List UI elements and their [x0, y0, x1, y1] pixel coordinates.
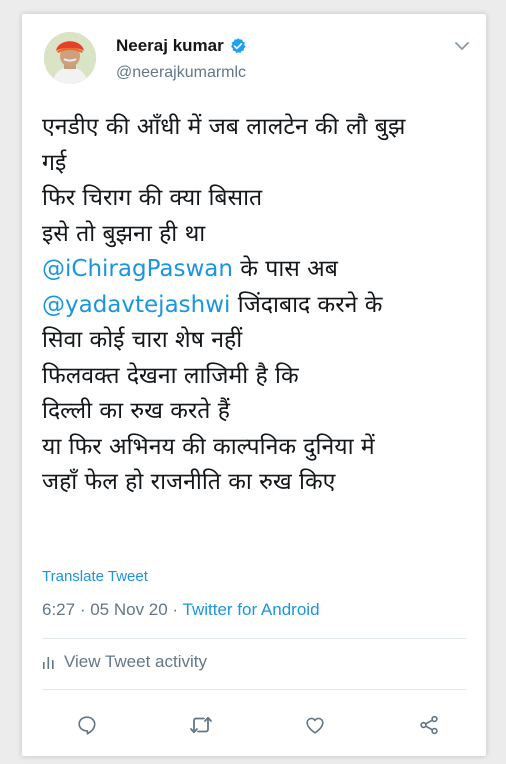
tweet-text-line: इसे तो बुझना ही था — [42, 217, 482, 253]
divider — [42, 638, 466, 639]
author-name[interactable]: Neeraj kumar — [116, 36, 224, 56]
tweet-text-segment: दिल्ली का रुख करते हैं — [42, 398, 230, 424]
tweet-text-segment: जिंदाबाद करने के — [230, 291, 383, 318]
tweet-text: एनडीए की आँधी में जब लालटेन की लौ बुझ गई… — [42, 110, 482, 501]
tweet-text-line: @iChiragPaswan के पास अब — [42, 252, 482, 288]
tweet-text-line: या फिर अभिनय की काल्पनिक दुनिया में — [42, 430, 482, 466]
reply-icon — [78, 716, 96, 735]
reply-button[interactable] — [74, 712, 100, 738]
tweet-text-segment: जहाँ फेल हो राजनीति का रुख किए — [42, 469, 336, 495]
heart-icon — [306, 717, 324, 734]
tweet-actions — [22, 702, 486, 750]
tweet-date[interactable]: 05 Nov 20 — [90, 600, 168, 619]
tweet-text-segment: फिर चिराग की क्या बिसात — [42, 185, 263, 211]
tweet-text-segment: के पास अब — [232, 256, 338, 282]
chevron-down-icon[interactable] — [454, 40, 470, 52]
tweet-text-segment: एनडीए की आँधी में जब लालटेन की लौ बुझ — [42, 114, 406, 140]
tweet-text-line: दिल्ली का रुख करते हैं — [42, 394, 482, 430]
translate-tweet-link[interactable]: Translate Tweet — [42, 568, 148, 585]
divider — [42, 689, 466, 690]
mention-link-ichiragpaswan[interactable]: @iChiragPaswan — [42, 256, 233, 282]
meta-separator: · — [167, 600, 183, 619]
author-handle[interactable]: @neerajkumarmlc — [116, 64, 246, 82]
verified-badge-icon — [230, 38, 246, 53]
tweet-text-line: जहाँ फेल हो राजनीति का रुख किए — [42, 465, 482, 501]
share-icon — [420, 715, 438, 735]
tweet-text-line: @yadavtejashwi जिंदाबाद करने के — [42, 288, 482, 324]
tweet-source-link[interactable]: Twitter for Android — [183, 600, 320, 619]
tweet-metadata: 6:27 · 05 Nov 20 · Twitter for Android — [42, 600, 320, 620]
tweet-card: Neeraj kumar @neerajkumarmlc एनडीए की आँ… — [22, 14, 486, 756]
bar-chart-icon — [43, 657, 54, 669]
tweet-text-segment: सिवा कोई चारा शेष नहीं — [42, 327, 243, 353]
mention-link-yadavtejashwi[interactable]: @yadavtejashwi — [42, 292, 230, 318]
tweet-text-line: सिवा कोई चारा शेष नहीं — [42, 323, 482, 359]
avatar-photo — [44, 32, 96, 84]
tweet-time[interactable]: 6:27 — [42, 600, 75, 619]
tweet-text-segment: गई — [42, 149, 67, 176]
meta-separator: · — [75, 600, 91, 619]
retweet-button[interactable] — [188, 712, 214, 738]
tweet-text-line: फिर चिराग की क्या बिसात — [42, 181, 482, 217]
view-tweet-activity-button[interactable]: View Tweet activity — [42, 652, 207, 672]
tweet-text-segment: या फिर अभिनय की काल्पनिक दुनिया में — [42, 433, 375, 460]
like-button[interactable] — [302, 712, 328, 738]
avatar[interactable] — [44, 32, 96, 84]
view-tweet-activity-label: View Tweet activity — [64, 652, 207, 671]
tweet-text-line: गई — [42, 146, 482, 182]
retweet-icon — [190, 716, 212, 734]
tweet-text-segment: फिलवक्त देखना लाजिमी है कि — [42, 362, 299, 389]
author-name-row: Neeraj kumar — [116, 36, 247, 56]
tweet-text-line: फिलवक्त देखना लाजिमी है कि — [42, 359, 482, 395]
tweet-text-segment: इसे तो बुझना ही था — [42, 220, 206, 247]
tweet-text-line: एनडीए की आँधी में जब लालटेन की लौ बुझ — [42, 110, 482, 146]
share-button[interactable] — [416, 712, 442, 738]
tweet-header: Neeraj kumar @neerajkumarmlc — [22, 14, 486, 94]
